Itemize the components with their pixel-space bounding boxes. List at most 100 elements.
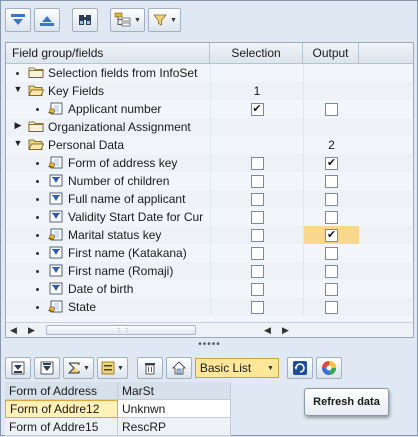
tree-node-label[interactable]: Marital status key (68, 228, 161, 242)
checkbox[interactable] (325, 210, 338, 224)
expand-node-icon[interactable]: ▶ (13, 120, 23, 131)
table-row[interactable]: Form of Addre12 Unknwn (5, 400, 231, 418)
tree-row[interactable]: State (6, 298, 413, 316)
find-button[interactable] (72, 8, 98, 32)
tree-row[interactable]: Selection fields from InfoSet (6, 64, 413, 82)
tree-row[interactable]: Date of birth (6, 280, 413, 298)
checkbox[interactable] (325, 174, 338, 188)
sort-ascending-button[interactable] (5, 357, 31, 379)
change-layout-button[interactable] (165, 357, 192, 379)
layout-select[interactable]: Basic List ▼ (194, 358, 279, 378)
tree-row[interactable]: Marital status key ✔ (6, 226, 413, 244)
tree-row[interactable]: ▼ Personal Data 2 (6, 136, 413, 154)
collapse-all-button[interactable] (34, 8, 60, 32)
scroll-right-icon[interactable]: ▶ (282, 325, 289, 336)
tree-structure-button[interactable]: ▼ (110, 8, 145, 32)
field-icon (48, 174, 64, 190)
tree-row[interactable]: Number of children (6, 172, 413, 190)
pane-splitter[interactable]: ••••• (5, 339, 414, 350)
sort-descending-button[interactable] (34, 357, 60, 379)
checkbox[interactable] (250, 300, 264, 314)
output-cell: ✔ (303, 226, 359, 244)
table-row[interactable]: Form of Addre15 RescRP (5, 418, 231, 436)
tree-node-label[interactable]: Key Fields (48, 84, 104, 98)
graphic-button[interactable] (315, 357, 342, 379)
collapse-all-icon (40, 16, 54, 26)
grid-cell[interactable]: Form of Addre15 (5, 418, 118, 436)
grid-header-form-of-address[interactable]: Form of Address (5, 382, 118, 400)
checkbox[interactable] (250, 210, 264, 224)
delete-button[interactable] (136, 357, 163, 379)
total-button[interactable]: ▼ (63, 357, 94, 379)
checkbox[interactable] (250, 174, 264, 188)
checkbox[interactable] (250, 282, 264, 296)
horizontal-scrollbar[interactable]: ◀ ▶ ⋮⋮ ◀ ▶ (6, 322, 413, 337)
checkbox[interactable] (250, 228, 264, 242)
tree-node-label[interactable]: Personal Data (48, 138, 124, 152)
subtotal-button[interactable]: ▼ (96, 357, 128, 379)
output-cell: ✔ (303, 154, 359, 172)
tree-header: Field group/fields Selection Output (6, 43, 413, 64)
output-cell (303, 262, 359, 280)
tree-node-label[interactable]: Selection fields from InfoSet (48, 66, 197, 80)
tree-node-label[interactable]: First name (Katakana) (68, 246, 187, 260)
tree-node-label[interactable]: Organizational Assignment (48, 120, 191, 134)
refresh-icon (292, 361, 307, 375)
checkbox[interactable] (250, 264, 264, 278)
color-wheel-icon (321, 361, 336, 375)
checkbox[interactable] (325, 246, 338, 260)
checkbox[interactable]: ✔ (325, 156, 338, 170)
checkbox[interactable] (250, 192, 264, 206)
grid-header-marst[interactable]: MarSt (118, 382, 231, 400)
selection-cell (210, 64, 303, 82)
tree-node-label[interactable]: Full name of applicant (68, 192, 185, 206)
tree-row[interactable]: ▶ Organizational Assignment (6, 118, 413, 136)
checkbox[interactable] (325, 300, 338, 314)
collapse-node-icon[interactable]: ▼ (13, 138, 23, 148)
tree-row[interactable]: Full name of applicant (6, 190, 413, 208)
tree-row[interactable]: First name (Katakana) (6, 244, 413, 262)
tree-row[interactable]: Validity Start Date for Cur (6, 208, 413, 226)
tree-node-label[interactable]: First name (Romaji) (68, 264, 173, 278)
bullet-icon (36, 252, 39, 255)
tree-node-label[interactable]: Form of address key (68, 156, 177, 170)
column-header-selection[interactable]: Selection (210, 43, 303, 63)
tree-structure-icon (114, 12, 131, 27)
tree-node-label[interactable]: Applicant number (68, 102, 161, 116)
column-header-output[interactable]: Output (303, 43, 359, 63)
checkbox[interactable] (325, 264, 338, 278)
tree-node-label[interactable]: Date of birth (68, 282, 133, 296)
tree-row[interactable]: First name (Romaji) (6, 262, 413, 280)
grid-cell[interactable]: Form of Addre12 (5, 400, 118, 418)
checkbox[interactable]: ✔ (325, 228, 338, 242)
checkbox[interactable] (250, 156, 264, 170)
tree-node-label[interactable]: State (68, 300, 96, 314)
collapse-node-icon[interactable]: ▼ (13, 84, 23, 94)
filter-button[interactable]: ▼ (147, 8, 181, 32)
scroll-thumb[interactable]: ⋮⋮ (46, 324, 196, 335)
checkbox[interactable] (325, 192, 338, 206)
scroll-left-icon[interactable]: ◀ (10, 325, 17, 336)
field-icon (48, 282, 64, 298)
output-cell (303, 244, 359, 262)
grid-cell[interactable]: Unknwn (118, 400, 231, 418)
folder-open-icon (28, 84, 45, 100)
output-cell (303, 118, 359, 136)
selection-cell (210, 136, 303, 154)
expand-all-button[interactable] (5, 8, 31, 32)
refresh-button[interactable] (286, 357, 313, 379)
key-field-icon (48, 156, 64, 172)
scroll-left-icon[interactable]: ◀ (264, 325, 271, 336)
tree-node-label[interactable]: Number of children (68, 174, 169, 188)
checkbox[interactable]: ✔ (250, 102, 264, 116)
tree-row[interactable]: Form of address key ✔ (6, 154, 413, 172)
tree-node-label[interactable]: Validity Start Date for Cur (68, 210, 203, 224)
checkbox[interactable] (325, 282, 338, 296)
column-header-fields[interactable]: Field group/fields (6, 43, 210, 63)
tree-row[interactable]: Applicant number ✔ (6, 100, 413, 118)
checkbox[interactable] (325, 102, 338, 116)
scroll-right-icon[interactable]: ▶ (28, 325, 35, 336)
tree-row[interactable]: ▼ Key Fields 1 (6, 82, 413, 100)
checkbox[interactable] (250, 246, 264, 260)
grid-cell[interactable]: RescRP (118, 418, 231, 436)
